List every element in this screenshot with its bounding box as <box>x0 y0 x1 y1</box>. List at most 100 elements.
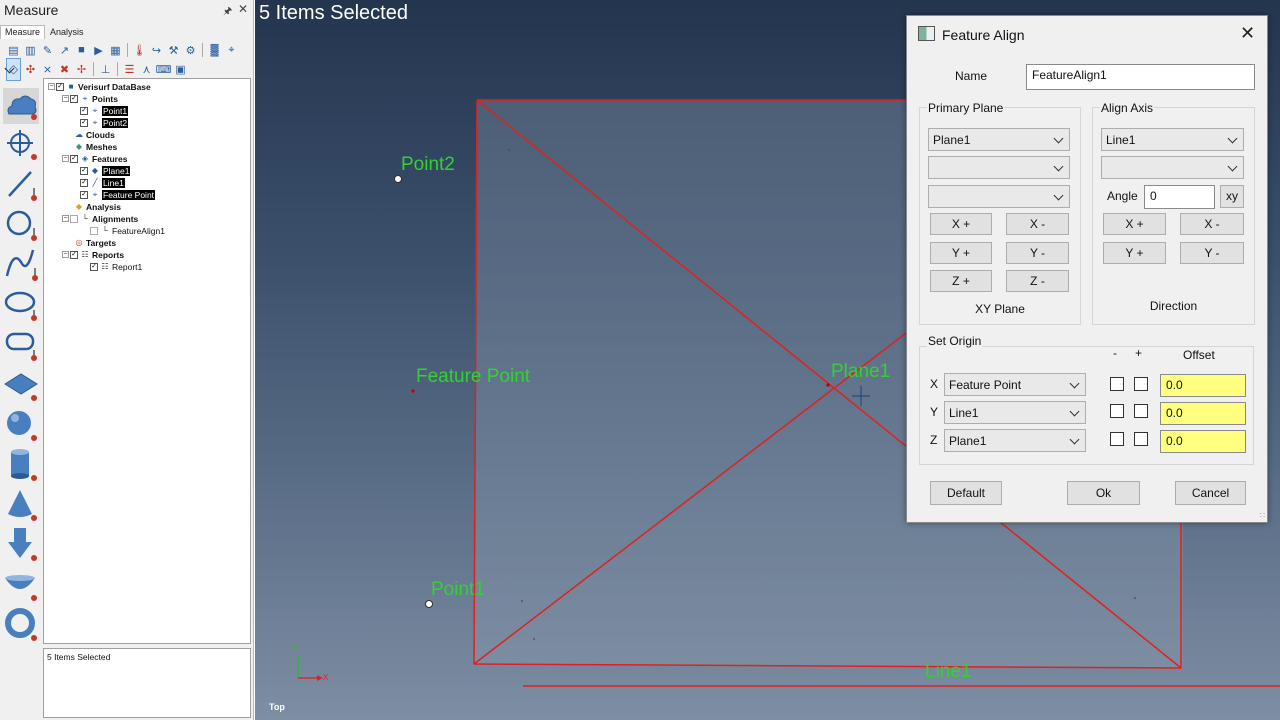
checkbox[interactable]: ✓ <box>56 82 64 91</box>
cancel-button[interactable]: Cancel <box>1175 481 1246 505</box>
default-button[interactable]: Default <box>930 481 1002 505</box>
vector-icon[interactable]: ✖ <box>57 62 72 77</box>
primary-y-plus-button[interactable]: Y + <box>930 242 992 264</box>
align-y-minus-button[interactable]: Y - <box>1180 242 1244 264</box>
report-icon[interactable]: ▤ <box>6 43 21 58</box>
slot-icon[interactable] <box>3 326 39 362</box>
ellipse-icon[interactable] <box>3 286 39 322</box>
cone-icon[interactable] <box>3 486 39 522</box>
collapse-icon[interactable]: − <box>48 83 55 90</box>
scatter-icon[interactable]: ✣ <box>23 62 38 77</box>
angle-field[interactable]: 0 <box>1144 185 1215 209</box>
calendar-icon[interactable]: ▣ <box>173 62 188 77</box>
triad-icon[interactable]: ⊥ <box>98 62 113 77</box>
tree-node-plane1[interactable]: ✓ ◆ Plane1 <box>80 165 131 176</box>
origin-x-minus-checkbox[interactable] <box>1110 377 1124 391</box>
tree-node-clouds[interactable]: ☁ Clouds <box>74 129 115 140</box>
origin-y-plus-checkbox[interactable] <box>1134 404 1148 418</box>
name-field[interactable]: FeatureAlign1 <box>1026 64 1255 90</box>
edit-icon[interactable]: ✎ <box>40 43 55 58</box>
temperature-icon[interactable]: 🌡 <box>132 43 147 58</box>
checkbox[interactable] <box>70 214 78 223</box>
curve-icon[interactable] <box>3 246 39 282</box>
export-icon[interactable]: ↪ <box>149 43 164 58</box>
align-x-minus-button[interactable]: X - <box>1180 213 1244 235</box>
coordinate-icon[interactable]: ⋏ <box>139 62 154 77</box>
tab-analysis[interactable]: Analysis <box>45 25 89 39</box>
line-icon[interactable] <box>3 166 39 202</box>
primary-z-minus-button[interactable]: Z - <box>1006 270 1069 292</box>
tree-node-points[interactable]: − ✓ ⌖ Points <box>62 93 118 104</box>
origin-z-offset-field[interactable]: 0.0 <box>1160 430 1246 453</box>
torus-icon[interactable] <box>3 606 39 642</box>
checkbox[interactable]: ✓ <box>80 166 88 175</box>
origin-x-offset-field[interactable]: 0.0 <box>1160 374 1246 397</box>
probe-icon[interactable]: ↗ <box>57 43 72 58</box>
sphere-icon[interactable] <box>3 406 39 442</box>
keyboard-icon[interactable]: ⌨ <box>156 62 172 77</box>
resize-grip-icon[interactable]: ∷ <box>1260 511 1265 520</box>
tree-node-targets[interactable]: ◎ Targets <box>74 237 117 248</box>
paraboloid-icon[interactable] <box>3 566 39 602</box>
pin-icon[interactable]: 🖈 <box>223 4 232 21</box>
primary-plane-select-3[interactable] <box>928 185 1070 208</box>
align-axis-select-1[interactable]: Line1 <box>1101 128 1244 151</box>
tree-node-features[interactable]: − ✓ ◈ Features <box>62 153 127 164</box>
list-icon[interactable]: ☰ <box>122 62 137 77</box>
origin-z-select[interactable]: Plane1 <box>944 429 1086 452</box>
database-tree[interactable]: − ✓ ■ Verisurf DataBase − ✓ ⌖ Points ✓ ⌖… <box>43 78 251 644</box>
tree-node-root[interactable]: − ✓ ■ Verisurf DataBase <box>48 81 151 92</box>
device-icon[interactable]: ■ <box>74 43 89 58</box>
checkbox[interactable]: ✓ <box>70 94 78 103</box>
close-icon[interactable]: ✕ <box>238 2 248 16</box>
calculator-icon[interactable]: ▦ <box>108 43 123 58</box>
checkbox[interactable]: ✓ <box>80 118 88 127</box>
tree-node-feature-point[interactable]: ✓ ⌖ Feature Point <box>80 189 156 200</box>
target-icon[interactable]: ⌖ <box>224 43 239 58</box>
circle-icon[interactable] <box>3 206 39 242</box>
tag-icon[interactable]: ◇ <box>6 57 21 81</box>
tree-node-reports[interactable]: − ✓ ☷ Reports <box>62 249 124 260</box>
origin-y-minus-checkbox[interactable] <box>1110 404 1124 418</box>
origin-z-minus-checkbox[interactable] <box>1110 432 1124 446</box>
align-y-plus-button[interactable]: Y + <box>1103 242 1166 264</box>
align-x-plus-button[interactable]: X + <box>1103 213 1166 235</box>
cloud-icon[interactable] <box>3 88 39 124</box>
checkbox[interactable]: ✓ <box>80 190 88 199</box>
align-axis-select-2[interactable] <box>1101 156 1244 179</box>
primary-x-minus-button[interactable]: X - <box>1006 213 1069 235</box>
origin-y-offset-field[interactable]: 0.0 <box>1160 402 1246 425</box>
close-icon[interactable]: ✕ <box>1240 23 1255 44</box>
axis-icon[interactable]: ⨯ <box>40 62 55 77</box>
tree-node-alignments[interactable]: − └ Alignments <box>62 213 138 224</box>
checkbox[interactable]: ✓ <box>80 106 88 115</box>
point-icon[interactable] <box>3 126 39 162</box>
xy-button[interactable]: xy <box>1220 185 1244 208</box>
ok-button[interactable]: Ok <box>1067 481 1140 505</box>
tree-node-point2[interactable]: ✓ ⌖ Point2 <box>80 117 129 128</box>
checkbox[interactable]: ✓ <box>70 250 78 259</box>
primary-z-plus-button[interactable]: Z + <box>930 270 992 292</box>
checkbox[interactable] <box>90 226 98 235</box>
plane-icon[interactable] <box>3 366 39 402</box>
settings-icon[interactable]: ⚙ <box>183 43 198 58</box>
tree-node-line1[interactable]: ✓ ╱ Line1 <box>80 177 125 188</box>
primary-plane-select-2[interactable] <box>928 156 1070 179</box>
checkbox[interactable]: ✓ <box>70 154 78 163</box>
origin-y-select[interactable]: Line1 <box>944 401 1086 424</box>
checkbox[interactable]: ✓ <box>90 262 98 271</box>
tree-node-meshes[interactable]: ◆ Meshes <box>74 141 117 152</box>
tree-node-analysis[interactable]: ◆ Analysis <box>74 201 121 212</box>
origin-x-select[interactable]: Feature Point <box>944 373 1086 396</box>
collapse-icon[interactable]: − <box>62 155 69 162</box>
collapse-icon[interactable]: − <box>62 215 69 222</box>
tree-node-report1[interactable]: ✓ ☷ Report1 <box>90 261 142 272</box>
tree-node-featurealign1[interactable]: └ FeatureAlign1 <box>90 225 165 236</box>
collapse-icon[interactable]: − <box>62 95 69 102</box>
checkbox[interactable]: ✓ <box>80 178 88 187</box>
primary-x-plus-button[interactable]: X + <box>930 213 992 235</box>
collapse-icon[interactable]: − <box>62 251 69 258</box>
origin-z-plus-checkbox[interactable] <box>1134 432 1148 446</box>
tree-node-point1[interactable]: ✓ ⌖ Point1 <box>80 105 129 116</box>
drill-point-icon[interactable] <box>3 526 39 562</box>
